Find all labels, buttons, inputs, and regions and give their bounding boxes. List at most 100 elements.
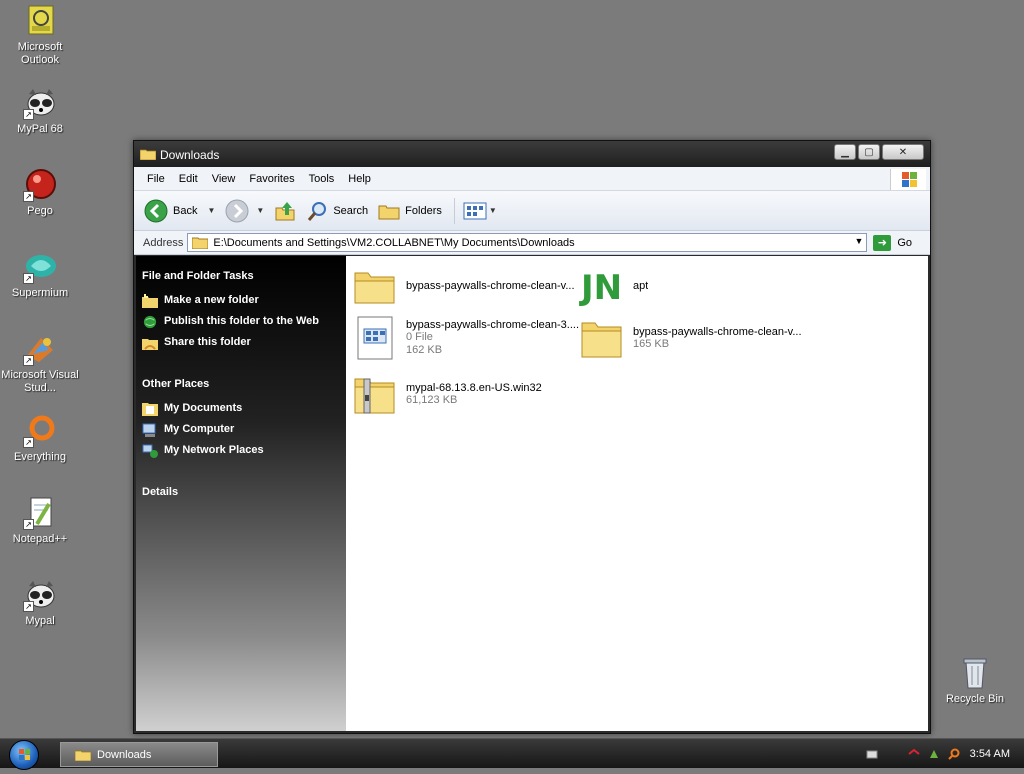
zip-folder-icon bbox=[579, 315, 625, 361]
taskbar-item-label: Downloads bbox=[97, 748, 152, 761]
sync-icon[interactable] bbox=[928, 748, 940, 760]
forward-button[interactable]: ▼ bbox=[225, 199, 264, 223]
search-label: Search bbox=[333, 204, 369, 217]
share-folder-link[interactable]: Share this folder bbox=[142, 336, 340, 350]
desktop-icon-everything[interactable]: ↗ Everything bbox=[0, 414, 80, 464]
task-pane: File and Folder Tasks Make a new folder … bbox=[136, 256, 346, 731]
file-icon bbox=[352, 315, 398, 361]
forward-arrow-icon bbox=[225, 199, 249, 222]
desktop-icon-label: Microsoft Outlook bbox=[17, 41, 63, 66]
start-button[interactable] bbox=[9, 740, 39, 770]
desktop-icon-notepadpp[interactable]: ↗ Notepad++ bbox=[0, 496, 80, 546]
back-button[interactable]: Back ▼ bbox=[144, 199, 215, 223]
desktop-icon-label: Mypal bbox=[25, 615, 55, 627]
other-places-heading[interactable]: Other Places bbox=[142, 378, 340, 390]
search-icon bbox=[308, 201, 327, 221]
address-value: E:\Documents and Settings\VM2.COLLABNET\… bbox=[213, 236, 575, 249]
forward-dropdown-icon[interactable]: ▼ bbox=[256, 206, 264, 215]
my-computer-link[interactable]: My Computer bbox=[142, 423, 340, 437]
desktop-icon-supermium[interactable]: ↗ Supermium bbox=[0, 250, 80, 300]
shortcut-arrow-icon: ↗ bbox=[23, 601, 34, 612]
visual-studio-icon: ↗ bbox=[23, 332, 57, 366]
up-folder-button[interactable] bbox=[274, 200, 296, 222]
network-icon[interactable] bbox=[908, 748, 920, 760]
window-title: Downloads bbox=[160, 148, 220, 162]
desktop-icon-visual-studio[interactable]: ↗ Microsoft Visual Stud... bbox=[0, 332, 80, 395]
desktop-icon-label: Pego bbox=[27, 205, 53, 217]
address-label: Address bbox=[143, 236, 184, 249]
menu-file[interactable]: File bbox=[140, 173, 172, 185]
desktop-icon-label: Recycle Bin bbox=[945, 693, 1005, 705]
file-name: apt bbox=[633, 280, 649, 292]
desktop-icon-label: Everything bbox=[14, 451, 66, 463]
taskbar-item-downloads[interactable]: Downloads bbox=[60, 742, 218, 767]
share-folder-icon bbox=[142, 339, 158, 350]
search-icon[interactable] bbox=[947, 748, 960, 760]
menu-favorites[interactable]: Favorites bbox=[242, 173, 301, 185]
desktop-icon-recycle-bin[interactable]: Recycle Bin bbox=[935, 656, 1015, 706]
views-dropdown-icon[interactable]: ▼ bbox=[489, 206, 497, 215]
keyboard-icon[interactable] bbox=[866, 748, 878, 760]
menu-help[interactable]: Help bbox=[341, 173, 378, 185]
toolbar: Back ▼ ▼ Search Folders ▼ bbox=[134, 191, 930, 231]
views-button[interactable]: ▼ bbox=[463, 201, 497, 221]
file-item[interactable]: bypass-paywalls-chrome-clean-3.... 0 Fil… bbox=[352, 315, 592, 361]
folder-icon bbox=[352, 263, 398, 309]
raccoon-icon: ↗ bbox=[23, 578, 57, 612]
go-arrow-icon: ➜ bbox=[873, 234, 892, 251]
file-item[interactable]: bypass-paywalls-chrome-clean-v... bbox=[352, 263, 592, 309]
desktop-icon-mypal68[interactable]: ↗ MyPal 68 bbox=[0, 86, 80, 136]
title-bar[interactable]: Downloads ▁ ▢ ✕ bbox=[134, 141, 930, 167]
desktop-icon-label: Notepad++ bbox=[12, 533, 68, 545]
svg-text:JN: JN bbox=[579, 268, 622, 308]
my-network-places-link[interactable]: My Network Places bbox=[142, 444, 340, 458]
address-input[interactable]: E:\Documents and Settings\VM2.COLLABNET\… bbox=[187, 233, 868, 252]
folders-button[interactable]: Folders bbox=[378, 201, 442, 221]
share-folder-label: Share this folder bbox=[164, 336, 251, 348]
file-name: bypass-paywalls-chrome-clean-3.... bbox=[406, 319, 580, 331]
my-documents-icon bbox=[142, 403, 158, 416]
close-button[interactable]: ✕ bbox=[882, 144, 924, 160]
my-documents-link[interactable]: My Documents bbox=[142, 402, 340, 416]
folder-icon bbox=[75, 750, 91, 761]
file-folder-tasks-heading[interactable]: File and Folder Tasks bbox=[142, 270, 340, 282]
publish-folder-link[interactable]: Publish this folder to the Web bbox=[142, 315, 340, 329]
windows-logo-icon bbox=[890, 169, 926, 190]
back-dropdown-icon[interactable]: ▼ bbox=[207, 206, 215, 215]
pego-icon: ↗ bbox=[23, 168, 57, 202]
menu-view[interactable]: View bbox=[205, 173, 243, 185]
new-folder-icon bbox=[142, 294, 158, 308]
folder-icon bbox=[140, 149, 156, 160]
desktop-icon-label: Supermium bbox=[11, 287, 69, 299]
desktop-icon-mypal[interactable]: ↗ Mypal bbox=[0, 578, 80, 628]
minimize-button[interactable]: ▁ bbox=[834, 144, 856, 160]
shortcut-arrow-icon: ↗ bbox=[23, 191, 34, 202]
file-item[interactable]: bypass-paywalls-chrome-clean-v... 165 KB bbox=[579, 315, 809, 361]
address-dropdown-icon[interactable]: ▼ bbox=[854, 236, 863, 246]
menu-tools[interactable]: Tools bbox=[302, 173, 342, 185]
zip-folder-icon bbox=[352, 371, 398, 417]
clock[interactable]: 3:54 AM bbox=[970, 748, 1010, 760]
file-size: 61,123 KB bbox=[406, 393, 458, 406]
search-button[interactable]: Search bbox=[306, 200, 368, 222]
file-name: bypass-paywalls-chrome-clean-v... bbox=[406, 280, 575, 292]
toolbar-separator bbox=[453, 197, 455, 224]
file-view[interactable]: bypass-paywalls-chrome-clean-v... JN apt… bbox=[346, 256, 928, 731]
my-computer-label: My Computer bbox=[164, 423, 235, 435]
file-item[interactable]: JN apt bbox=[579, 263, 819, 309]
desktop-icon-outlook[interactable]: Microsoft Outlook bbox=[0, 4, 80, 67]
windows-logo-icon bbox=[19, 749, 30, 760]
shortcut-arrow-icon: ↗ bbox=[23, 519, 34, 530]
app-icon: JN bbox=[579, 263, 625, 309]
desktop-icon-pego[interactable]: ↗ Pego bbox=[0, 168, 80, 218]
maximize-button[interactable]: ▢ bbox=[858, 144, 880, 160]
details-heading[interactable]: Details bbox=[142, 486, 340, 498]
menu-edit[interactable]: Edit bbox=[172, 173, 205, 185]
explorer-window[interactable]: Downloads ▁ ▢ ✕ File Edit View Favorites… bbox=[133, 140, 931, 734]
back-label: Back bbox=[173, 204, 198, 217]
taskbar: Downloads 3:54 AM bbox=[0, 738, 1024, 770]
shortcut-arrow-icon: ↗ bbox=[23, 437, 34, 448]
go-button[interactable]: ➜ Go bbox=[873, 234, 912, 251]
file-item[interactable]: mypal-68.13.8.en-US.win32 61,123 KB bbox=[352, 371, 592, 417]
make-new-folder-link[interactable]: Make a new folder bbox=[142, 294, 340, 308]
